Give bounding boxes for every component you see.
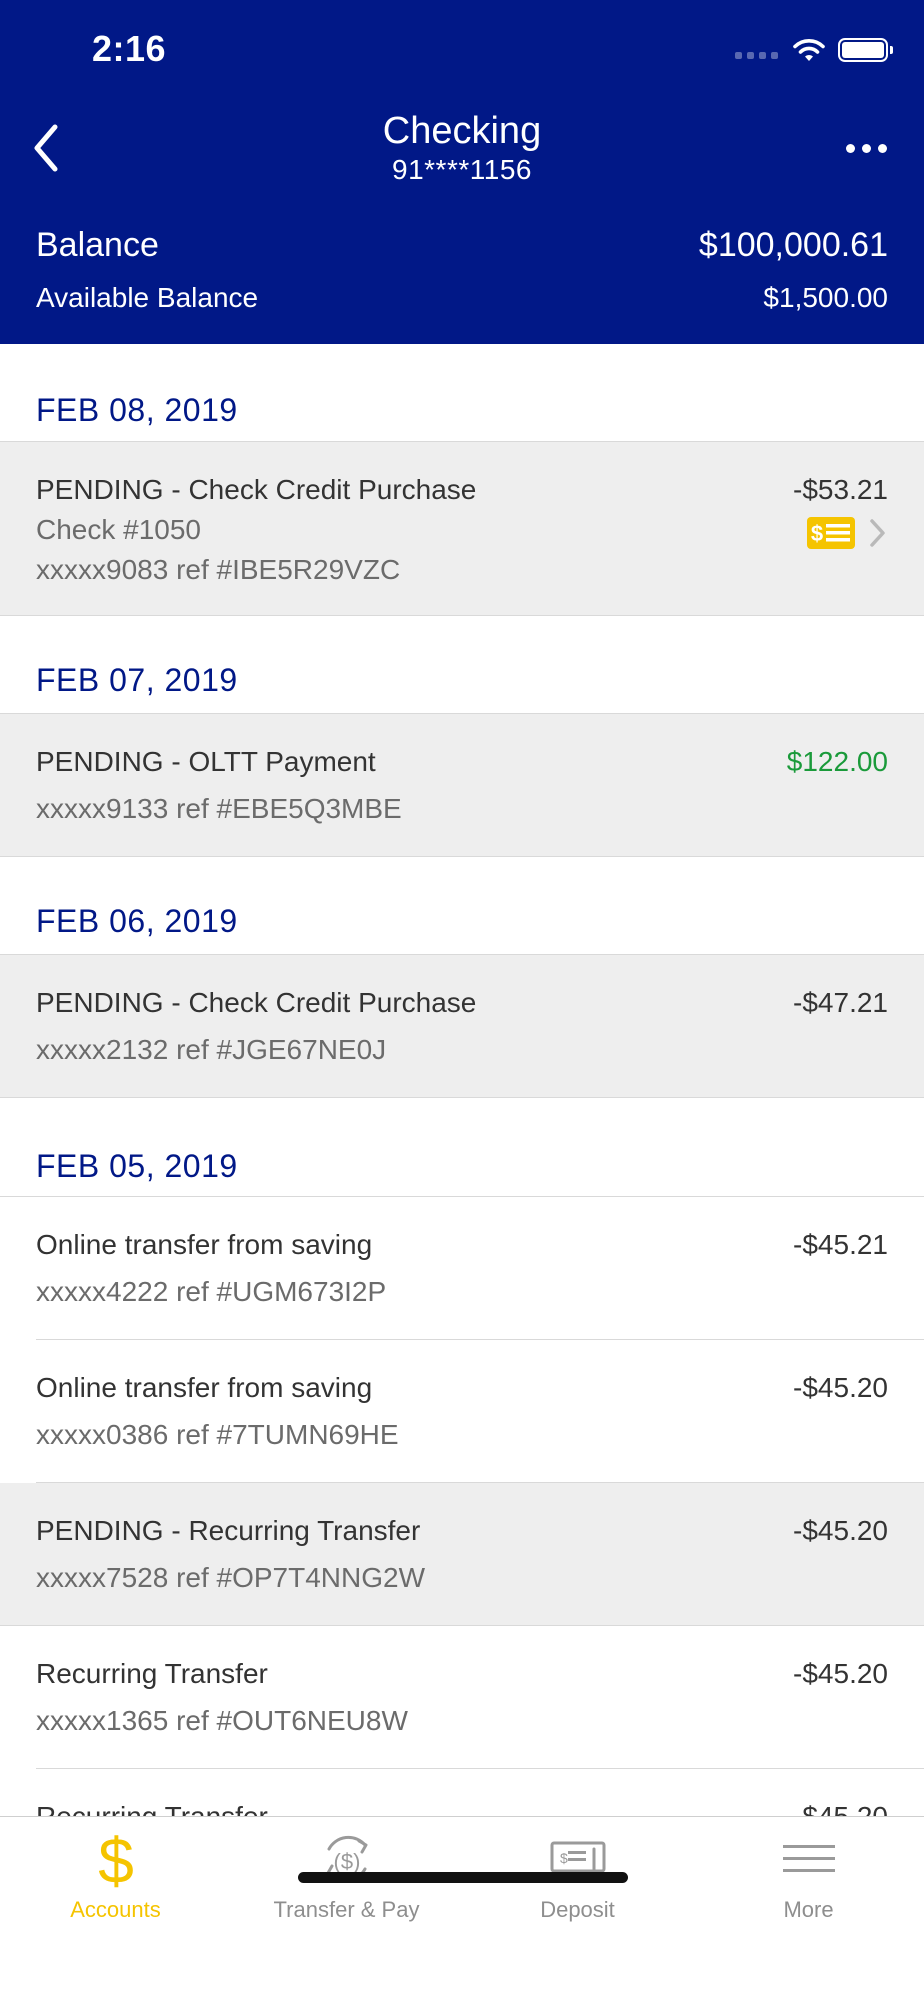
tab-label: Transfer & Pay <box>273 1897 420 1922</box>
transaction-reference: xxxxx4222 ref #UGM673I2P <box>36 1276 387 1307</box>
transaction-detail: Check #1050 <box>36 514 202 545</box>
menu-icon <box>782 1845 835 1872</box>
transaction-description: PENDING - Check Credit Purchase <box>36 987 477 1018</box>
tab-label: Deposit <box>540 1897 615 1922</box>
account-number: 91****1156 <box>392 154 532 185</box>
transaction-row[interactable]: Online transfer from saving xxxxx4222 re… <box>0 1197 924 1339</box>
transaction-description: PENDING - Recurring Transfer <box>36 1515 421 1546</box>
transaction-row[interactable]: PENDING - Recurring Transfer xxxxx7528 r… <box>0 1483 924 1625</box>
transaction-reference: xxxxx1365 ref #OUT6NEU8W <box>36 1705 408 1736</box>
transaction-row[interactable]: PENDING - Check Credit Purchase Check #1… <box>0 442 924 615</box>
tab-label: More <box>783 1897 834 1922</box>
tab-label: Accounts <box>70 1897 161 1922</box>
transaction-description: Online transfer from saving <box>36 1229 373 1260</box>
date-header: FEB 06, 2019 <box>0 857 924 955</box>
transaction-amount: -$45.21 <box>793 1229 888 1260</box>
transaction-row[interactable]: Recurring Transfer -$45.20 <box>0 1769 924 1816</box>
available-balance-value: $1,500.00 <box>763 282 888 313</box>
transaction-row[interactable]: Recurring Transfer xxxxx1365 ref #OUT6NE… <box>0 1626 924 1768</box>
transaction-amount: $122.00 <box>786 746 888 777</box>
transaction-amount: -$53.21 <box>793 474 888 505</box>
svg-text:$: $ <box>560 1850 568 1866</box>
transaction-amount: -$45.20 <box>793 1372 888 1403</box>
chevron-right-icon <box>870 519 885 547</box>
balance-label: Balance <box>36 226 159 264</box>
date-header: FEB 08, 2019 <box>0 344 924 442</box>
transaction-amount: -$45.20 <box>793 1658 888 1689</box>
transaction-reference: xxxxx7528 ref #OP7T4NNG2W <box>36 1562 426 1593</box>
status-icons <box>735 34 893 66</box>
account-header: 2:16 Checking 91****1156 Balance $100,00… <box>0 0 924 344</box>
transaction-reference: xxxxx9083 ref #IBE5R29VZC <box>36 554 401 585</box>
transaction-row[interactable]: PENDING - Check Credit Purchase xxxxx213… <box>0 955 924 1097</box>
transaction-description: PENDING - Check Credit Purchase <box>36 474 477 505</box>
wifi-icon <box>793 39 825 61</box>
page-title: Checking <box>382 110 542 152</box>
transaction-description: Online transfer from saving <box>36 1372 373 1403</box>
transaction-amount: -$45.20 <box>793 1515 888 1546</box>
date-header: FEB 05, 2019 <box>0 1098 924 1197</box>
tab-bar: $ Accounts ($) Transfer & Pay $ Deposit … <box>0 1816 924 2001</box>
transaction-amount: -$45.20 <box>793 1799 888 1816</box>
svg-text:$: $ <box>811 521 823 546</box>
transaction-description: Recurring Transfer <box>36 1799 268 1816</box>
more-options-button[interactable] <box>836 124 896 172</box>
status-time: 2:16 <box>92 28 167 69</box>
balance-value: $100,000.61 <box>698 226 888 264</box>
transaction-list[interactable]: FEB 08, 2019 PENDING - Check Credit Purc… <box>0 344 924 1816</box>
svg-text:($): ($) <box>333 1849 360 1874</box>
transaction-reference: xxxxx9133 ref #EBE5Q3MBE <box>36 793 402 824</box>
transaction-description: Recurring Transfer <box>36 1658 268 1689</box>
svg-text:$: $ <box>98 1827 134 1891</box>
battery-icon <box>838 38 893 62</box>
tab-more[interactable]: More <box>693 1817 924 1937</box>
transaction-reference: xxxxx2132 ref #JGE67NE0J <box>36 1034 387 1065</box>
cellular-signal-icon <box>735 51 778 59</box>
transaction-description: PENDING - OLTT Payment <box>36 746 376 777</box>
transaction-row[interactable]: Online transfer from saving xxxxx0386 re… <box>0 1340 924 1482</box>
ellipsis-icon <box>845 143 855 153</box>
dollar-icon: $ <box>98 1827 134 1891</box>
date-header: FEB 07, 2019 <box>0 616 924 714</box>
transaction-row[interactable]: PENDING - OLTT Payment xxxxx9133 ref #EB… <box>0 714 924 856</box>
transaction-reference: xxxxx0386 ref #7TUMN69HE <box>36 1419 399 1450</box>
home-indicator <box>298 1872 628 1883</box>
tab-accounts[interactable]: $ Accounts <box>0 1817 231 1937</box>
check-image-icon[interactable]: $ <box>806 516 856 550</box>
available-balance-label: Available Balance <box>36 282 259 313</box>
transaction-amount: -$47.21 <box>793 987 888 1018</box>
